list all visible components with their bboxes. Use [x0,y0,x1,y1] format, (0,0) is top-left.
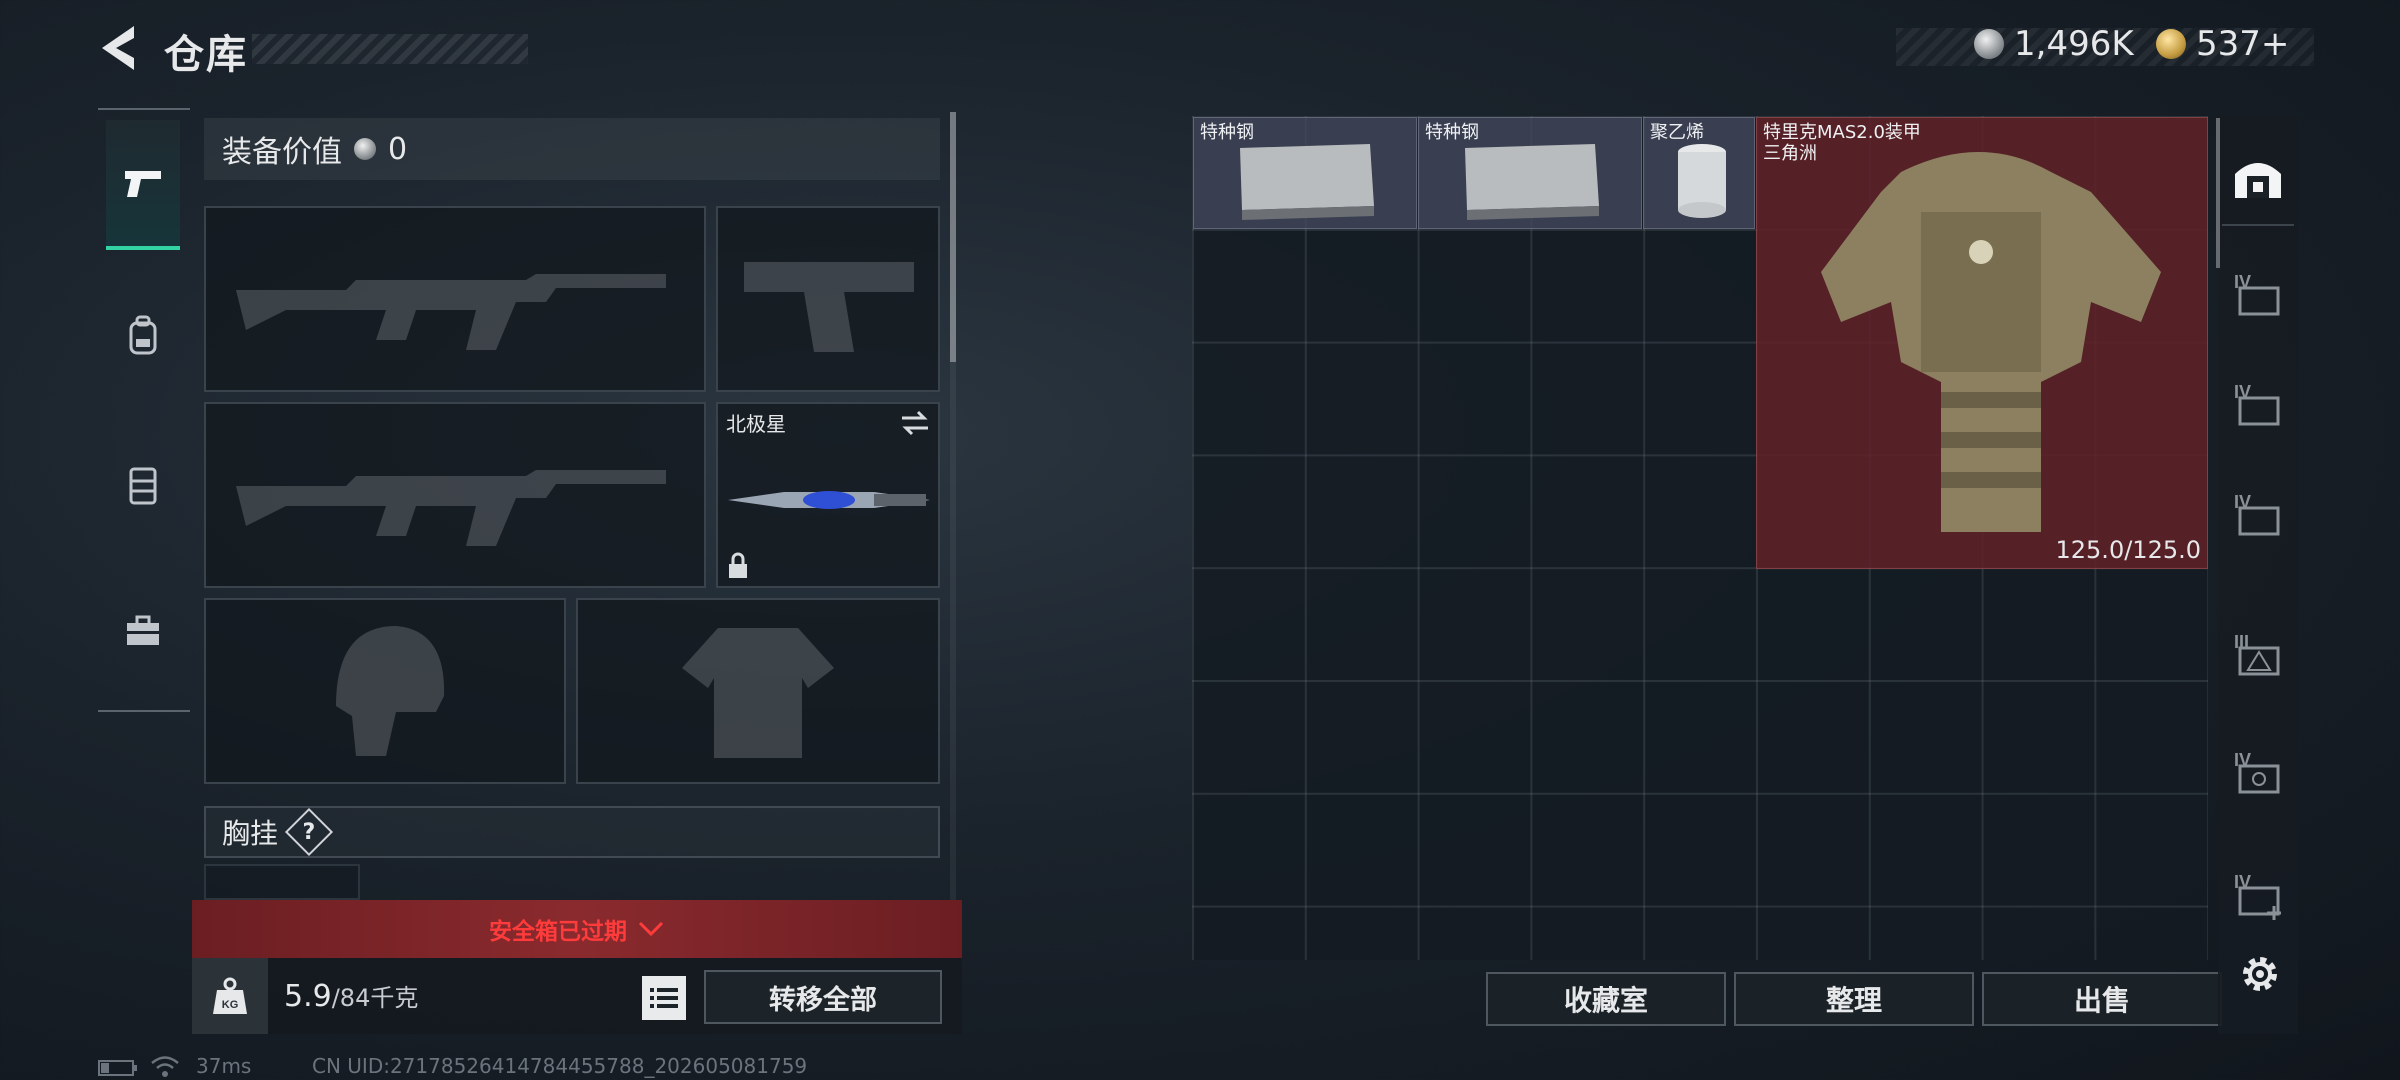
pistol-silhouette-icon [744,262,914,352]
uid-text: CN UID:27178526414784455788_202605081759 [312,1054,808,1078]
secondary-weapon-slot[interactable] [204,402,706,588]
primary-weapon-slot[interactable] [204,206,706,392]
melee-item-name: 北极星 [726,412,786,436]
vest-icon [129,467,157,505]
silver-currency[interactable]: 1,496K [1974,24,2134,64]
collection-room-button[interactable]: 收藏室 [1486,972,1726,1026]
gold-currency-value: 537+ [2196,24,2290,64]
backpack-icon [129,315,157,355]
filter-case-2[interactable]: IV [2222,356,2294,452]
knife-icon [728,491,930,509]
gold-coin-icon [2156,29,2186,59]
filter-case-4[interactable]: III [2222,606,2294,702]
wifi-indicator [150,1054,180,1080]
helmet-slot[interactable] [204,598,566,784]
rifle-silhouette-icon [236,470,666,546]
tab-vest[interactable] [106,420,180,550]
case-icon: IV [2234,272,2280,316]
wifi-icon [151,1056,179,1077]
weight-current: 5.9 [284,979,332,1014]
back-button[interactable] [96,22,140,74]
page-title: 仓库 [164,32,248,78]
case-icon: IV [2234,382,2280,426]
transfer-all-button[interactable]: 转移全部 [704,970,942,1024]
tab-weapons[interactable] [106,120,180,250]
armor-slot[interactable] [576,598,940,784]
weight-max: /84千克 [331,984,419,1012]
silver-coin-icon [1974,29,2004,59]
vault-icon [2235,163,2281,198]
filter-case-3[interactable]: IV [2222,466,2294,562]
storage-item[interactable]: 特种钢 [1193,117,1417,229]
storage-item[interactable]: 聚乙烯 [1643,117,1755,229]
title-stripe-decoration [252,34,528,64]
melee-slot[interactable]: 北极星 [716,402,940,588]
safe-box-expired-banner[interactable]: 安全箱已过期 [192,900,962,958]
item-name: 聚乙烯 [1650,122,1704,143]
rifle-silhouette-icon [236,274,666,350]
help-icon[interactable]: ? [284,807,334,857]
chevron-down-icon [638,921,664,937]
settings-button[interactable] [2236,950,2284,998]
filter-case-add[interactable]: IV [2222,846,2294,942]
weight-badge-text: KG [222,999,239,1011]
back-arrow-icon [102,26,134,70]
toolbox-icon [127,615,159,645]
weight-bar: KG 5.9/84千克 转移全部 [192,958,962,1034]
equipment-value-label: 装备价值 [222,135,342,170]
sidebar-scroll-indicator[interactable] [2216,118,2220,268]
safe-box-expired-text: 安全箱已过期 [489,919,627,945]
pistol-icon [125,171,161,197]
ping-text: 37ms [196,1054,252,1078]
case-icon: III [2234,632,2280,676]
gear-icon [2243,957,2277,991]
chest-rig-bar[interactable]: 胸挂 ? [204,806,940,858]
battery-icon [98,1060,137,1076]
tab-toolbox[interactable] [106,566,180,696]
lock-icon [729,552,747,578]
steel-plate-icon [1240,144,1374,220]
weight-icon-box: KG [192,958,268,1034]
helmet-silhouette-icon [336,626,445,756]
silver-coin-icon [354,138,376,160]
storage-item[interactable]: 特种钢 [1418,117,1642,229]
filter-case-1[interactable]: IV [2222,246,2294,342]
sell-button[interactable]: 出售 [1982,972,2222,1026]
list-view-button[interactable] [642,976,686,1020]
filter-all[interactable] [2222,130,2294,226]
silver-currency-value: 1,496K [2014,24,2134,64]
filter-case-5[interactable]: IV [2222,724,2294,820]
chest-rig-slot[interactable] [204,864,360,900]
chest-rig-label: 胸挂 [222,817,279,850]
polyethylene-roll-icon [1678,144,1726,218]
armor-durability: 125.0/125.0 [2055,536,2202,564]
list-icon [650,988,678,1008]
equipment-scroll-thumb[interactable] [950,112,956,362]
gold-currency[interactable]: 537+ [2156,24,2289,64]
tab-backpack[interactable] [106,270,180,400]
case-add-icon: IV [2234,872,2281,920]
steel-plate-icon [1465,144,1599,220]
equipment-value: 0 [388,131,408,167]
battery-indicator [98,1058,138,1080]
body-armor-icon [1821,152,2161,532]
case-icon: IV [2234,492,2280,536]
storage-item-armor[interactable]: 特里克MAS2.0装甲 三角洲 125.0/125.0 [1756,117,2208,569]
armor-silhouette-icon [682,628,834,758]
swap-icon[interactable] [900,410,930,436]
sidearm-slot[interactable] [716,206,940,392]
weight-icon: KG [213,977,247,1014]
equipment-value-header: 装备价值 0 [204,118,940,180]
case-icon: IV [2234,750,2280,794]
help-mark: ? [302,819,316,845]
weight-text: 5.9/84千克 [284,978,418,1014]
organize-button[interactable]: 整理 [1734,972,1974,1026]
